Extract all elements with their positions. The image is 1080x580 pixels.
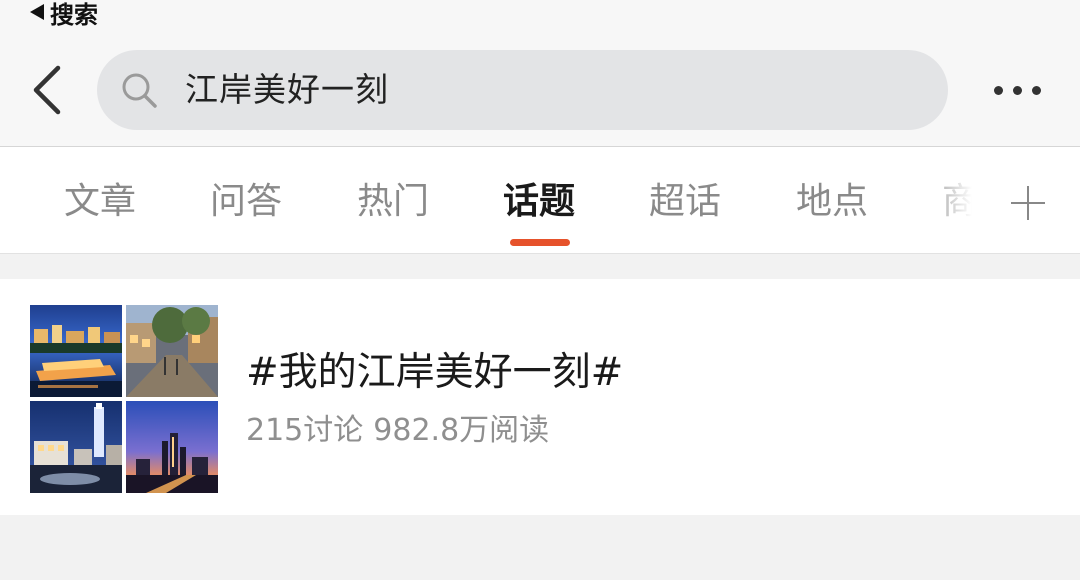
status-bar: 搜索 xyxy=(0,0,1080,30)
topic-result-card[interactable]: #我的江岸美好一刻# 215讨论 982.8万阅读 xyxy=(0,279,1080,515)
thumbnail-image xyxy=(30,401,122,493)
search-query-text: 江岸美好一刻 xyxy=(185,70,389,109)
topic-title[interactable]: #我的江岸美好一刻# xyxy=(246,349,623,397)
plus-icon[interactable] xyxy=(1008,183,1048,223)
back-chevron-icon[interactable] xyxy=(24,60,72,120)
thumbnail-image xyxy=(126,305,218,397)
search-tabs: 文章 问答 热门 话题 超话 地点 商 xyxy=(0,147,1080,253)
read-count: 982.8万阅读 xyxy=(373,413,550,448)
thumbnail-image xyxy=(126,401,218,493)
tab-places[interactable]: 地点 xyxy=(796,147,868,253)
search-input[interactable]: 江岸美好一刻 xyxy=(97,50,948,130)
tab-popular[interactable]: 热门 xyxy=(357,147,429,253)
back-triangle-icon xyxy=(30,4,44,20)
more-options-button[interactable] xyxy=(985,70,1049,110)
topic-stats: 215讨论 982.8万阅读 xyxy=(246,411,549,451)
tab-topics[interactable]: 话题 xyxy=(503,147,575,253)
active-tab-indicator xyxy=(510,239,570,246)
back-to-app-button[interactable]: 搜索 xyxy=(30,0,98,30)
tab-super-topics[interactable]: 超话 xyxy=(649,147,721,253)
tab-qa[interactable]: 问答 xyxy=(210,147,282,253)
divider xyxy=(0,253,1080,254)
topic-thumbnail-grid xyxy=(30,305,218,493)
discussion-count: 215讨论 xyxy=(246,413,364,448)
back-to-app-label: 搜索 xyxy=(50,0,98,29)
search-icon xyxy=(119,70,159,110)
tab-articles[interactable]: 文章 xyxy=(64,147,136,253)
more-icon xyxy=(993,85,1003,95)
thumbnail-image xyxy=(30,305,122,397)
search-header: 江岸美好一刻 xyxy=(0,30,1080,147)
